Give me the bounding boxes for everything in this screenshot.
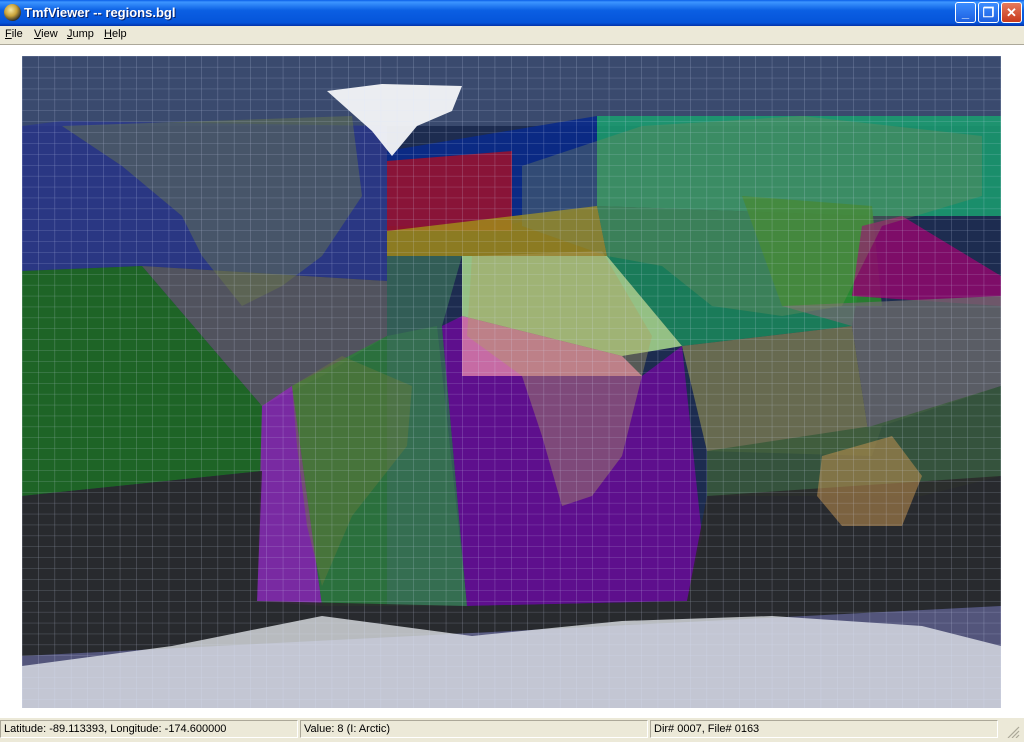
minimize-button[interactable]: _ [955,2,976,23]
client-area [0,44,1024,719]
status-coordinates: Latitude: -89.113393, Longitude: -174.60… [0,720,298,738]
title-bar: TmfViewer -- regions.bgl _ ❐ ✕ [0,0,1024,26]
map-grid [22,56,1001,708]
resize-grip-icon[interactable] [1004,724,1020,739]
status-bar: Latitude: -89.113393, Longitude: -174.60… [0,718,1024,742]
menu-jump[interactable]: Jump [67,28,94,40]
app-icon[interactable] [4,4,21,21]
window-title: TmfViewer -- regions.bgl [24,5,176,20]
status-dir-file: Dir# 0007, File# 0163 [650,720,998,738]
menu-file[interactable]: File [5,28,23,40]
world-region-map[interactable] [22,56,1001,708]
close-button[interactable]: ✕ [1001,2,1022,23]
maximize-button[interactable]: ❐ [978,2,999,23]
menu-view[interactable]: View [34,28,58,40]
menu-bar: File View Jump Help [0,26,1024,44]
status-value: Value: 8 (I: Arctic) [300,720,648,738]
menu-help[interactable]: Help [104,28,127,40]
